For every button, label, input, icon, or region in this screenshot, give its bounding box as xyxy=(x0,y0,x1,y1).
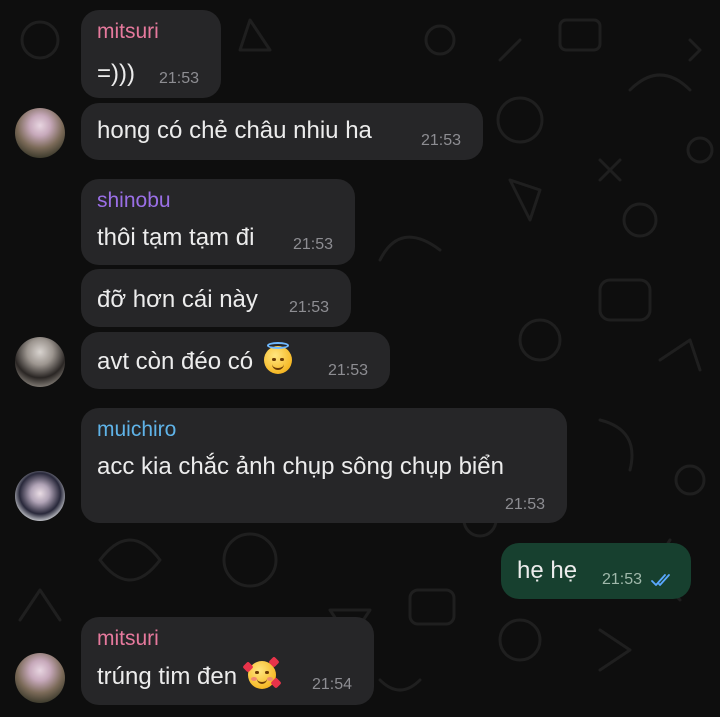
message-time: 21:53 xyxy=(293,236,334,253)
message-bubble[interactable]: shinobu thôi tạm tạm đi 21:53 xyxy=(81,179,355,265)
message-time: 21:53 xyxy=(328,362,369,379)
message-text: avt còn đéo có xyxy=(97,342,292,376)
message-text: hong có chẻ châu nhiu ha xyxy=(97,117,372,144)
sender-name[interactable]: muichiro xyxy=(97,418,176,442)
avatar-muichiro[interactable] xyxy=(15,471,65,521)
message-bubble[interactable]: mitsuri trúng tim đen 21:54 xyxy=(81,617,374,705)
message-time: 21:53 xyxy=(289,299,330,316)
message-time: 21:53 xyxy=(602,571,643,588)
message-time: 21:53 xyxy=(505,496,546,513)
message-bubble[interactable]: avt còn đéo có 21:53 xyxy=(81,332,390,389)
read-receipt-icon xyxy=(651,574,670,586)
avatar-mitsuri[interactable] xyxy=(15,108,65,158)
message-text: đỡ hơn cái này xyxy=(97,286,258,313)
message-time: 21:53 xyxy=(159,70,200,87)
message-text-content: trúng tim đen xyxy=(97,663,238,690)
message-bubble[interactable]: muichiro acc kia chắc ảnh chụp sông chụp… xyxy=(81,408,567,523)
message-text: hẹ hẹ xyxy=(517,557,578,584)
smiling-face-with-hearts-icon xyxy=(242,656,282,689)
sender-name[interactable]: shinobu xyxy=(97,189,171,213)
message-text-content: avt còn đéo có xyxy=(97,348,254,375)
sender-name[interactable]: mitsuri xyxy=(97,20,159,44)
message-text: thôi tạm tạm đi xyxy=(97,224,255,251)
message-time: 21:54 xyxy=(312,676,353,693)
message-bubble[interactable]: đỡ hơn cái này 21:53 xyxy=(81,269,351,327)
sender-name[interactable]: mitsuri xyxy=(97,627,159,651)
message-text: =))) xyxy=(97,60,135,87)
message-text: trúng tim đen xyxy=(97,656,282,691)
smiling-face-with-halo-icon xyxy=(263,342,292,374)
avatar-shinobu[interactable] xyxy=(15,337,65,387)
message-time: 21:53 xyxy=(421,132,462,149)
avatar-mitsuri[interactable] xyxy=(15,653,65,703)
outgoing-message-bubble[interactable]: hẹ hẹ 21:53 xyxy=(501,543,691,599)
message-text: acc kia chắc ảnh chụp sông chụp biển xyxy=(97,453,504,480)
message-bubble[interactable]: hong có chẻ châu nhiu ha 21:53 xyxy=(81,103,483,160)
message-bubble[interactable]: mitsuri =))) 21:53 xyxy=(81,10,221,98)
